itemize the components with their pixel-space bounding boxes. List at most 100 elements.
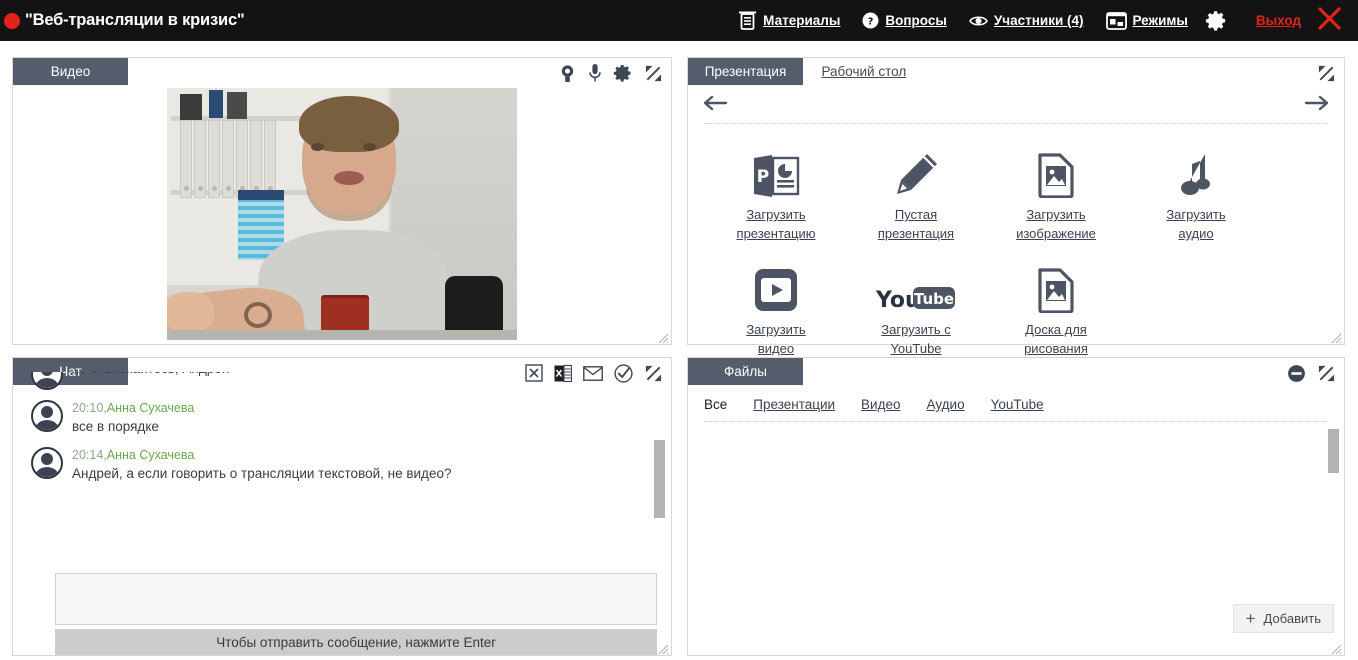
eye-icon: [968, 14, 988, 28]
nav-modes[interactable]: Режимы: [1095, 0, 1199, 41]
tab-presentation[interactable]: Презентация: [688, 58, 803, 85]
avatar: [31, 400, 63, 432]
presentation-panel: Презентация Рабочий стол P Загрузить пре…: [687, 57, 1345, 356]
files-filter-video[interactable]: Видео: [861, 397, 900, 412]
tab-presentation-label: Презентация: [704, 64, 787, 79]
plus-icon: +: [1245, 608, 1256, 628]
files-filter-bar: Все Презентации Видео Аудио YouTube: [704, 388, 1328, 422]
presentation-actions: P Загрузить презентацию Пустая презентац…: [688, 132, 1344, 356]
chat-message-meta: 20:14,Анна Сухачева: [72, 447, 451, 463]
files-list: + Добавить: [688, 426, 1344, 655]
arrow-right-icon[interactable]: [1304, 95, 1329, 116]
upload-presentation-action[interactable]: P Загрузить презентацию: [706, 138, 846, 243]
chat-message-list[interactable]: не отвлекайтесь, Андрей 20:10,Анна Сухач…: [13, 372, 671, 557]
files-filter-all[interactable]: Все: [704, 397, 727, 412]
add-file-label: Добавить: [1263, 611, 1321, 626]
tab-desktop[interactable]: Рабочий стол: [807, 58, 920, 85]
add-file-button[interactable]: + Добавить: [1232, 604, 1334, 633]
whiteboard-label: Доска для рисования: [1024, 322, 1088, 356]
upload-youtube-label: Загрузить с YouTube: [881, 322, 951, 356]
upload-video-label: Загрузить видео: [746, 322, 806, 356]
avatar: [31, 372, 63, 390]
chat-send-hint: Чтобы отправить сообщение, нажмите Enter: [55, 629, 657, 655]
files-filter-presentations[interactable]: Презентации: [753, 397, 835, 412]
arrow-left-icon[interactable]: [703, 95, 728, 116]
files-scrollbar[interactable]: [1328, 429, 1339, 473]
settings-button[interactable]: [1199, 0, 1234, 41]
files-panel-resize-handle[interactable]: [1331, 642, 1342, 655]
music-note-icon: [1179, 146, 1213, 198]
recording-dot-icon: [4, 12, 20, 29]
logout-button[interactable]: Выход: [1234, 0, 1311, 41]
chat-message: не отвлекайтесь, Андрей: [13, 372, 671, 394]
chat-message: 20:10,Анна Сухачева все в порядке: [13, 394, 671, 441]
pencil-icon: [893, 146, 939, 198]
chat-message: 20:14,Анна Сухачева Андрей, а если говор…: [13, 441, 671, 488]
chat-message-time: 20:14,: [72, 448, 107, 462]
video-play-icon: [753, 261, 799, 313]
gear-icon[interactable]: [613, 63, 633, 83]
blank-presentation-action[interactable]: Пустая презентация: [846, 138, 986, 243]
top-navigation: Материалы ? Вопросы Участники (4) Режимы…: [727, 0, 1358, 41]
upload-video-action[interactable]: Загрузить видео: [706, 253, 846, 358]
presentation-panel-icons: [1317, 58, 1336, 88]
svg-text:Tube: Tube: [914, 290, 954, 308]
logout-label: Выход: [1255, 13, 1301, 28]
upload-audio-label: Загрузить аудио: [1166, 207, 1226, 241]
upload-audio-action[interactable]: Загрузить аудио: [1126, 138, 1266, 243]
chat-message-text: все в порядке: [72, 419, 159, 434]
nav-modes-label: Режимы: [1132, 13, 1188, 28]
tab-video-label: Видео: [50, 64, 91, 79]
fullscreen-icon[interactable]: [1317, 364, 1336, 383]
webcam-feed: [167, 88, 517, 340]
presentation-actions-row: P Загрузить презентацию Пустая презентац…: [706, 138, 1326, 243]
chat-message-time: 20:10,: [72, 401, 107, 415]
powerpoint-icon: P: [752, 146, 800, 198]
files-panel: Файлы Все Презентации Видео Аудио YouTub…: [687, 357, 1345, 656]
microphone-icon[interactable]: [588, 63, 602, 83]
video-panel-header: Видео: [13, 58, 671, 88]
chat-message-author: Анна Сухачева: [106, 401, 195, 415]
avatar: [31, 447, 63, 479]
fullscreen-icon[interactable]: [1317, 64, 1336, 83]
room-title-block: "Веб-трансляции в кризис": [0, 11, 245, 30]
files-filter-youtube[interactable]: YouTube: [991, 397, 1044, 412]
camera-icon[interactable]: [558, 64, 577, 83]
fullscreen-icon[interactable]: [644, 64, 663, 83]
room-title: "Веб-трансляции в кризис": [25, 11, 245, 29]
nav-participants[interactable]: Участники (4): [958, 0, 1095, 41]
presentation-panel-resize-handle[interactable]: [1331, 331, 1342, 344]
nav-questions[interactable]: ? Вопросы: [851, 0, 958, 41]
chat-message-text: Андрей, а если говорить о трансляции тек…: [72, 466, 452, 481]
tab-desktop-label: Рабочий стол: [821, 64, 907, 79]
close-icon: [1317, 6, 1342, 35]
upload-presentation-label: Загрузить презентацию: [736, 207, 816, 241]
image-file-icon: [1037, 146, 1075, 198]
files-panel-icons: [1287, 358, 1336, 388]
video-panel-resize-handle[interactable]: [658, 331, 669, 344]
tab-video[interactable]: Видео: [13, 58, 128, 85]
chat-message-meta: 20:10,Анна Сухачева: [72, 400, 194, 416]
gear-icon: [1205, 9, 1228, 32]
video-panel-icons: [558, 58, 663, 88]
upload-youtube-action[interactable]: You Tube Загрузить с YouTube: [846, 253, 986, 358]
youtube-icon: You Tube: [875, 261, 957, 313]
chat-message-text: не отвлекайтесь, Андрей: [72, 372, 229, 379]
chat-scrollbar[interactable]: [654, 440, 665, 518]
nav-materials[interactable]: Материалы: [727, 0, 851, 41]
whiteboard-action[interactable]: Доска для рисования: [986, 253, 1126, 358]
chat-panel-resize-handle[interactable]: [658, 642, 669, 655]
layout-icon: [1105, 11, 1127, 30]
presentation-panel-header: Презентация Рабочий стол: [688, 58, 1344, 88]
video-stage: [13, 88, 671, 344]
tab-files-label: Файлы: [724, 364, 767, 379]
chat-compose-area: Чтобы отправить сообщение, нажмите Enter: [13, 573, 671, 655]
materials-icon: [738, 10, 757, 31]
close-button[interactable]: [1311, 6, 1358, 36]
chat-input[interactable]: [55, 573, 657, 625]
files-filter-audio[interactable]: Аудио: [927, 397, 965, 412]
tab-files[interactable]: Файлы: [688, 358, 803, 385]
minimize-icon[interactable]: [1287, 364, 1306, 383]
question-mark-icon: ?: [862, 12, 879, 29]
upload-image-action[interactable]: Загрузить изображение: [986, 138, 1126, 243]
